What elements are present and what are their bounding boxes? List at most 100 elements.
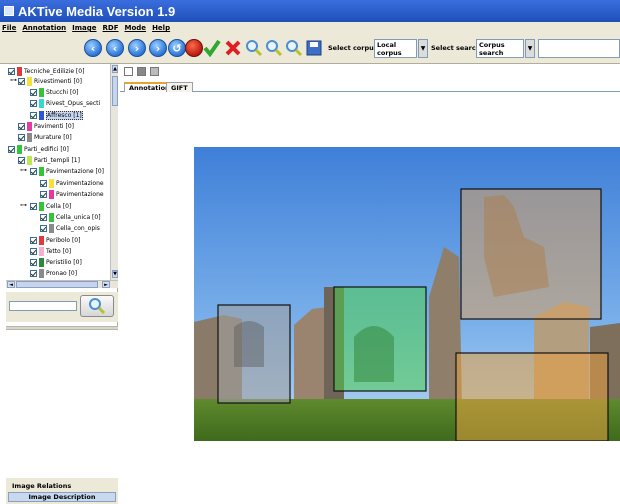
scroll-down-arrow-icon[interactable]: ▼ bbox=[112, 270, 118, 278]
tree-item-label: Peribolo [0] bbox=[46, 236, 81, 244]
checkbox[interactable] bbox=[18, 133, 25, 141]
scroll-up-arrow-icon[interactable]: ▲ bbox=[112, 65, 118, 73]
back-icon[interactable]: ‹ bbox=[84, 39, 102, 57]
tree-item[interactable]: Pavimentazione bbox=[40, 178, 104, 188]
delete-icon[interactable] bbox=[224, 39, 242, 57]
polygon-tool-icon[interactable] bbox=[150, 67, 159, 76]
tree-item[interactable]: Cella_con_opis bbox=[40, 223, 100, 233]
tree-vertical-scrollbar[interactable]: ▲ ▼ bbox=[110, 64, 118, 280]
tree-item-label: Pavimentazione bbox=[56, 179, 104, 187]
checkbox[interactable] bbox=[8, 145, 15, 153]
tree-item-label: Affresco [1] bbox=[46, 110, 83, 120]
menu-help[interactable]: Help bbox=[152, 24, 170, 32]
tree-horizontal-scrollbar[interactable]: ◄ ► bbox=[6, 280, 118, 288]
checkbox[interactable] bbox=[40, 224, 47, 232]
color-swatch bbox=[49, 223, 54, 233]
tree-item[interactable]: Cella [0] bbox=[30, 201, 71, 211]
search-type-select[interactable]: Corpus search bbox=[476, 39, 524, 58]
expand-icon[interactable]: ⊶ bbox=[10, 76, 17, 84]
forward-icon-2[interactable]: › bbox=[149, 39, 167, 57]
menu-annotation[interactable]: Annotation bbox=[22, 24, 66, 32]
tree-item-label: Cella [0] bbox=[46, 202, 72, 210]
arch-green bbox=[354, 326, 394, 382]
tree-item-label: Parti_edifici [0] bbox=[24, 145, 69, 153]
checkbox[interactable] bbox=[18, 156, 25, 164]
checkbox[interactable] bbox=[8, 67, 15, 75]
tree-item[interactable]: Parti_edifici [0] bbox=[8, 144, 69, 154]
tree-item[interactable]: Parti_templi [1] bbox=[18, 155, 80, 165]
checkbox[interactable] bbox=[18, 77, 25, 85]
checkbox[interactable] bbox=[30, 111, 37, 119]
main-area: Annotation GIFT bbox=[120, 64, 620, 441]
tree-item[interactable]: Tecniche_Edilizie [0] bbox=[8, 66, 84, 76]
checkbox[interactable] bbox=[30, 258, 37, 266]
corpus-select[interactable]: Local corpus bbox=[374, 39, 417, 58]
tree-item-label: Tetto [0] bbox=[46, 247, 72, 255]
tree-item[interactable]: Peribolo [0] bbox=[30, 235, 80, 245]
zoom-fit-icon[interactable] bbox=[285, 39, 303, 57]
scroll-right-arrow-icon[interactable]: ► bbox=[102, 281, 110, 288]
zoom-out-icon[interactable] bbox=[265, 39, 283, 57]
checkbox[interactable] bbox=[30, 247, 37, 255]
checkbox[interactable] bbox=[30, 269, 37, 277]
tree-item-selected[interactable]: Affresco [1] bbox=[30, 110, 83, 120]
back-icon-2[interactable]: ‹ bbox=[106, 39, 124, 57]
tree-item[interactable]: Rivestimenti [0] bbox=[18, 76, 82, 86]
tab-image-description[interactable]: Image Description bbox=[8, 492, 116, 502]
chevron-down-icon[interactable]: ▼ bbox=[525, 39, 535, 58]
corpus-label: Select corpus: bbox=[328, 44, 381, 52]
scroll-left-arrow-icon[interactable]: ◄ bbox=[7, 281, 15, 288]
tree-item-label: Stucchi [0] bbox=[46, 88, 79, 96]
bottom-tabs: Image Relations Image Description bbox=[6, 478, 118, 504]
pointer-tool-icon[interactable] bbox=[124, 67, 133, 76]
rectangle-tool-icon[interactable] bbox=[137, 67, 146, 76]
checkbox[interactable] bbox=[40, 213, 47, 221]
tree-item[interactable]: Pronao [0] bbox=[30, 268, 77, 278]
refresh-icon[interactable]: ↺ bbox=[168, 39, 186, 57]
checkbox[interactable] bbox=[40, 190, 47, 198]
menu-mode[interactable]: Mode bbox=[125, 24, 147, 32]
tree-item[interactable]: Pavimentazione [0] bbox=[30, 166, 104, 176]
forward-icon[interactable]: › bbox=[128, 39, 146, 57]
tree-item[interactable]: Stucchi [0] bbox=[30, 87, 78, 97]
menu-rdf[interactable]: RDF bbox=[103, 24, 119, 32]
tree-item[interactable]: Pavimenti [0] bbox=[18, 121, 74, 131]
checkbox[interactable] bbox=[30, 88, 37, 96]
color-swatch bbox=[39, 257, 44, 267]
tree-item[interactable]: Pavimentazione bbox=[40, 189, 104, 199]
expand-icon[interactable]: ⊶ bbox=[20, 201, 27, 209]
tree-item[interactable]: Cella_unica [0] bbox=[40, 212, 101, 222]
tree-item[interactable]: Rivest_Opus_secti bbox=[30, 98, 100, 108]
checkbox[interactable] bbox=[30, 167, 37, 175]
zoom-in-icon[interactable] bbox=[245, 39, 263, 57]
stop-icon[interactable] bbox=[185, 39, 203, 57]
main-tabs: Annotation GIFT bbox=[120, 80, 620, 92]
tree-search-button[interactable] bbox=[80, 295, 114, 317]
tree-item[interactable]: Murature [0] bbox=[18, 132, 72, 142]
menu-image[interactable]: Image bbox=[72, 24, 96, 32]
expand-icon[interactable]: ⊶ bbox=[20, 166, 27, 174]
checkbox[interactable] bbox=[18, 122, 25, 130]
checkbox[interactable] bbox=[30, 236, 37, 244]
tree-item[interactable]: Tetto [0] bbox=[30, 246, 71, 256]
checkbox[interactable] bbox=[30, 99, 37, 107]
annotated-image[interactable] bbox=[194, 147, 620, 441]
color-swatch bbox=[39, 246, 44, 256]
tree-item-label: Tecniche_Edilizie [0] bbox=[24, 67, 85, 75]
tab-image-relations[interactable]: Image Relations bbox=[8, 481, 75, 491]
arch-gray bbox=[234, 321, 264, 367]
scroll-thumb[interactable] bbox=[112, 76, 118, 106]
color-swatch bbox=[39, 87, 44, 97]
scroll-thumb[interactable] bbox=[16, 281, 98, 288]
tree-item[interactable]: Peristilio [0] bbox=[30, 257, 82, 267]
tree-search-input[interactable] bbox=[9, 301, 77, 311]
checkmark-icon[interactable] bbox=[203, 39, 221, 57]
toolbar-search-input[interactable] bbox=[538, 39, 620, 58]
tab-gift[interactable]: GIFT bbox=[166, 82, 193, 92]
save-icon[interactable] bbox=[305, 39, 323, 57]
annotation-region-orange[interactable] bbox=[455, 352, 609, 441]
checkbox[interactable] bbox=[30, 202, 37, 210]
chevron-down-icon[interactable]: ▼ bbox=[418, 39, 428, 58]
checkbox[interactable] bbox=[40, 179, 47, 187]
menu-file[interactable]: File bbox=[2, 24, 16, 32]
